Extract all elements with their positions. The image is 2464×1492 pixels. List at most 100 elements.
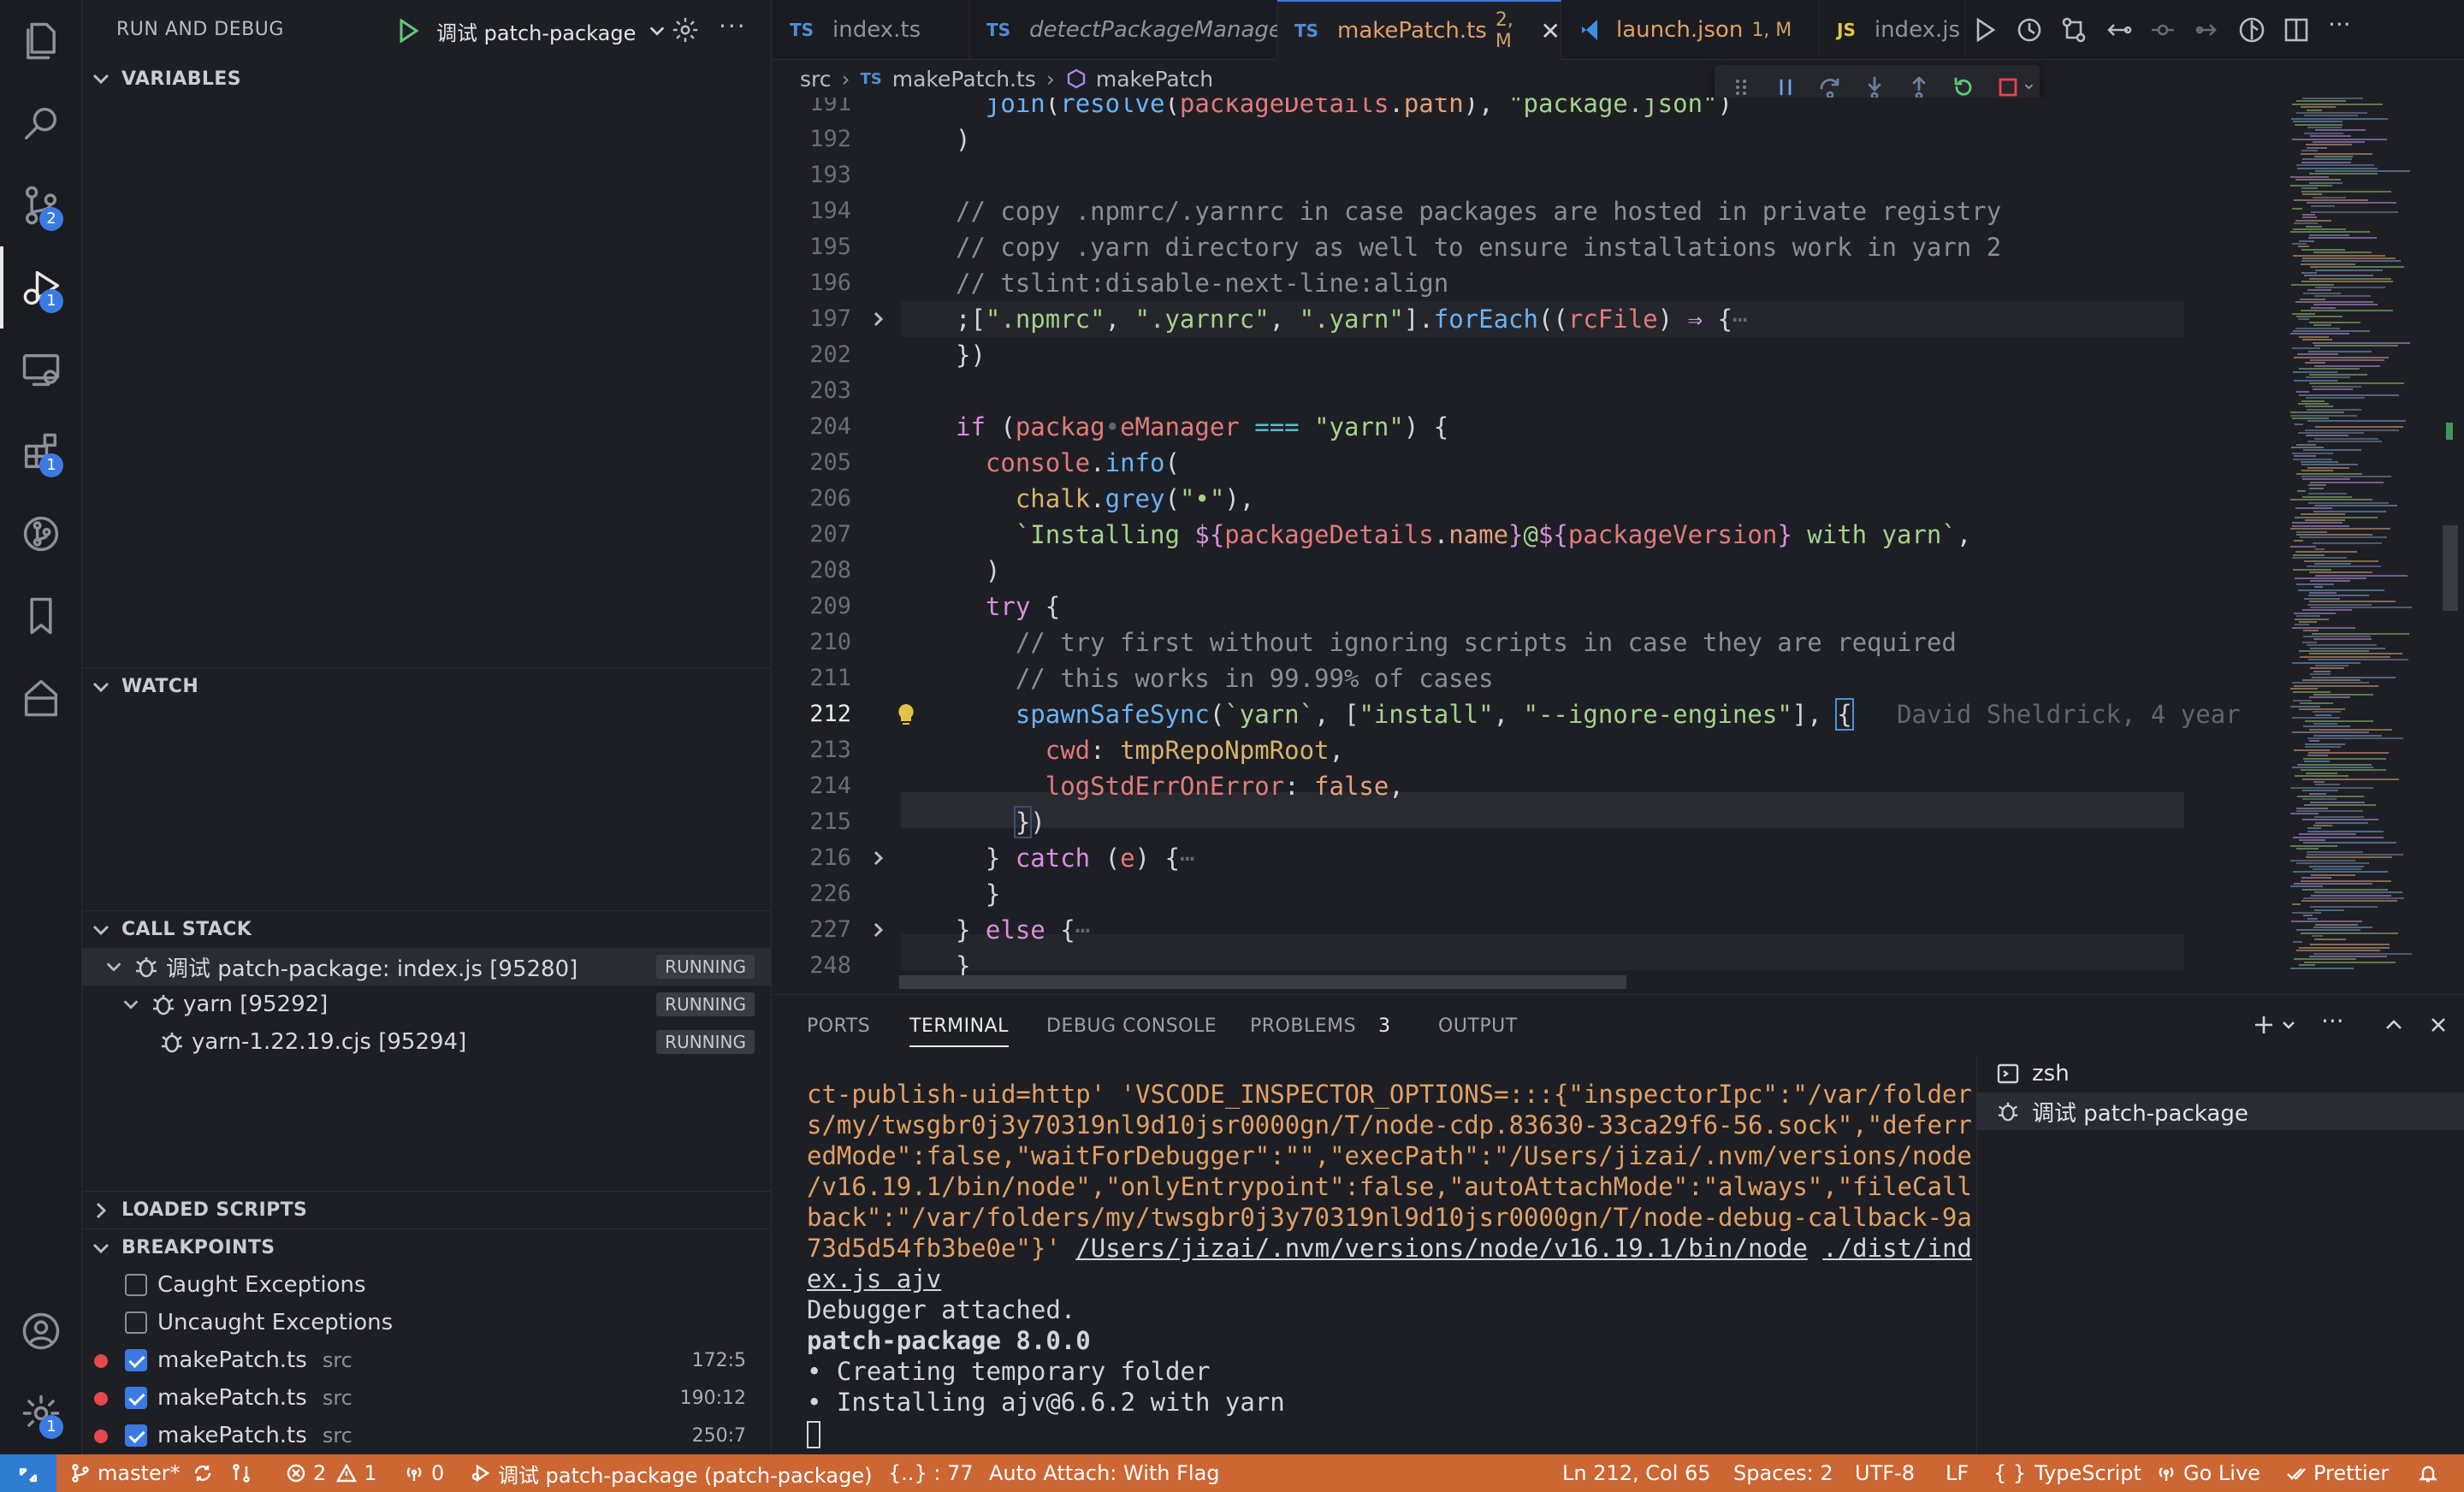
breadcrumb-file[interactable]: makePatch.ts xyxy=(892,67,1036,92)
tab-debug-console[interactable]: DEBUG CONSOLE xyxy=(1046,1015,1217,1037)
close-tab-icon[interactable]: ✕ xyxy=(1541,17,1561,45)
terminal-list-item[interactable]: zsh xyxy=(1977,1055,2464,1092)
debug-status[interactable]: 调试 patch-package (patch-package) xyxy=(471,1454,872,1492)
call-stack-session[interactable]: yarn-1.22.19.cjs [95294] RUNNING xyxy=(82,1023,772,1061)
uncaught-exceptions-checkbox[interactable] xyxy=(125,1311,147,1334)
breakpoints-section-header[interactable]: BREAKPOINTS xyxy=(82,1229,772,1266)
debug-config-select[interactable]: 调试 patch-package xyxy=(399,12,666,50)
encoding-status[interactable]: UTF-8 xyxy=(1855,1454,1915,1492)
auto-attach-status[interactable]: Auto Attach: With Flag xyxy=(989,1454,1220,1492)
breakpoint-checkbox[interactable] xyxy=(125,1424,147,1447)
tab-launch-json[interactable]: launch.json 1, M xyxy=(1561,0,1820,60)
go-live-status[interactable]: Go Live xyxy=(2156,1454,2260,1492)
bp-uncaught-exceptions[interactable]: Uncaught Exceptions xyxy=(82,1304,772,1341)
branch-status[interactable]: master* xyxy=(70,1454,220,1492)
terminal-list-item[interactable]: 调试 patch-package xyxy=(1977,1092,2464,1130)
remote-indicator-icon[interactable] xyxy=(0,1454,56,1492)
indentation-status[interactable]: Spaces: 2 xyxy=(1733,1454,1833,1492)
terminal-output[interactable]: ct-publish-uid=http' 'VSCODE_INSPECTOR_O… xyxy=(807,1079,1972,1448)
lightbulb-icon[interactable] xyxy=(896,703,916,727)
code-editor[interactable]: 191 192 193 194 195 196 197 202 203 204 … xyxy=(773,98,2283,992)
bp-caught-exceptions[interactable]: Caught Exceptions xyxy=(82,1266,772,1304)
accounts-icon[interactable] xyxy=(0,1290,82,1372)
git-graph-status[interactable] xyxy=(231,1454,258,1492)
tab-index-ts[interactable]: TS index.ts xyxy=(773,0,969,60)
notifications-status[interactable] xyxy=(2418,1454,2445,1492)
git-blame-annotation[interactable]: David Sheldrick, 4 year xyxy=(1897,700,2241,729)
extensions-icon[interactable]: 1 xyxy=(0,411,82,493)
ports-status[interactable]: 0 xyxy=(404,1454,444,1492)
split-editor-icon[interactable] xyxy=(2282,15,2311,44)
eol-status[interactable]: LF xyxy=(1946,1454,1969,1492)
explorer-icon[interactable] xyxy=(0,0,82,82)
prettier-status[interactable]: Prettier xyxy=(2286,1454,2389,1492)
close-panel-icon[interactable] xyxy=(2426,1012,2451,1038)
problems-status[interactable]: 2 1 xyxy=(286,1454,377,1492)
previous-change-icon[interactable] xyxy=(2148,15,2177,44)
terminal-link[interactable]: /Users/jizai/.nvm/versions/node/v16.19.1… xyxy=(1075,1234,1808,1263)
fold-chevron-icon[interactable] xyxy=(870,921,887,938)
chevron-down-icon[interactable] xyxy=(2024,74,2040,100)
panel-more-icon[interactable]: ··· xyxy=(2321,1007,2344,1035)
symbol-status[interactable]: {..} : 77 xyxy=(888,1454,974,1492)
watch-section-header[interactable]: WATCH xyxy=(82,667,772,705)
tab-makepatch-ts[interactable]: TS makePatch.ts 2, M ✕ xyxy=(1277,0,1561,60)
breadcrumb-symbol[interactable]: makePatch xyxy=(1096,67,1213,92)
new-terminal-icon[interactable] xyxy=(2251,1012,2277,1038)
step-over-icon[interactable] xyxy=(1817,74,1843,100)
remote-explorer-icon[interactable] xyxy=(0,329,82,411)
breakpoint-item[interactable]: makePatch.ts src 190:12 xyxy=(82,1379,772,1417)
caught-exceptions-checkbox[interactable] xyxy=(125,1274,147,1296)
loaded-scripts-section-header[interactable]: LOADED SCRIPTS xyxy=(82,1191,772,1229)
tab-detectpackagemanager-ts[interactable]: TS detectPackageManager.ts xyxy=(969,0,1317,60)
gitlens-compare-icon[interactable] xyxy=(2237,15,2266,44)
chevron-down-icon[interactable] xyxy=(2280,1012,2297,1038)
tab-problems[interactable]: PROBLEMS xyxy=(1250,1015,1356,1037)
terminal-link[interactable]: ./dist/ind xyxy=(1822,1234,1972,1263)
more-actions-icon[interactable]: ··· xyxy=(719,12,747,40)
run-debug-icon[interactable]: 1 xyxy=(0,246,82,329)
next-change-icon[interactable] xyxy=(2193,15,2222,44)
fold-chevron-icon[interactable] xyxy=(870,850,887,867)
tab-index-js[interactable]: JS index.js xyxy=(1820,0,1965,60)
minimap-slider[interactable] xyxy=(2443,525,2458,611)
step-into-icon[interactable] xyxy=(1862,74,1887,100)
step-out-icon[interactable] xyxy=(1906,74,1932,100)
minimap[interactable] xyxy=(2283,98,2464,992)
tab-ports[interactable]: PORTS xyxy=(807,1015,870,1037)
cursor-position-status[interactable]: Ln 212, Col 65 xyxy=(1562,1454,1711,1492)
call-stack-session[interactable]: yarn [95292] RUNNING xyxy=(82,986,772,1023)
timeline-icon[interactable] xyxy=(2015,15,2044,44)
tab-output[interactable]: OUTPUT xyxy=(1438,1015,1518,1037)
maximize-panel-icon[interactable] xyxy=(2381,1012,2407,1038)
search-icon[interactable] xyxy=(0,82,82,164)
breadcrumb-folder[interactable]: src xyxy=(800,67,832,92)
restart-icon[interactable] xyxy=(1951,74,1976,100)
stop-icon[interactable] xyxy=(1995,74,2021,100)
breakpoint-item[interactable]: makePatch.ts src 172:5 xyxy=(82,1341,772,1379)
horizontal-scrollbar[interactable] xyxy=(899,975,1626,989)
fold-chevron-icon[interactable] xyxy=(870,311,887,328)
call-stack-section-header[interactable]: CALL STACK xyxy=(82,910,772,948)
pause-icon[interactable] xyxy=(1773,74,1798,100)
breakpoint-item[interactable]: makePatch.ts src 250:7 xyxy=(82,1417,772,1454)
tab-terminal[interactable]: TERMINAL xyxy=(909,1015,1009,1047)
breakpoint-checkbox[interactable] xyxy=(125,1387,147,1409)
breakpoint-checkbox[interactable] xyxy=(125,1349,147,1371)
sync-icon[interactable] xyxy=(192,1463,213,1483)
variables-section-header[interactable]: VARIABLES xyxy=(82,60,772,98)
manage-gear-icon[interactable]: 1 xyxy=(0,1372,82,1454)
run-icon[interactable] xyxy=(1970,15,1999,44)
bookmark-icon[interactable] xyxy=(0,575,82,657)
call-stack-session[interactable]: 调试 patch-package: index.js [95280] RUNNI… xyxy=(82,948,772,986)
gitlens-icon[interactable] xyxy=(0,657,82,739)
revert-icon[interactable] xyxy=(2104,15,2133,44)
drag-handle-icon[interactable] xyxy=(1728,74,1754,100)
source-control-icon[interactable]: 2 xyxy=(0,164,82,246)
open-launch-json-gear-icon[interactable] xyxy=(671,15,700,44)
language-status[interactable]: { } TypeScript xyxy=(1993,1454,2141,1492)
git-graph-icon[interactable] xyxy=(0,493,82,575)
open-changes-icon[interactable] xyxy=(2059,15,2088,44)
editor-more-icon[interactable]: ··· xyxy=(2328,10,2351,38)
start-debug-icon[interactable] xyxy=(399,19,419,43)
